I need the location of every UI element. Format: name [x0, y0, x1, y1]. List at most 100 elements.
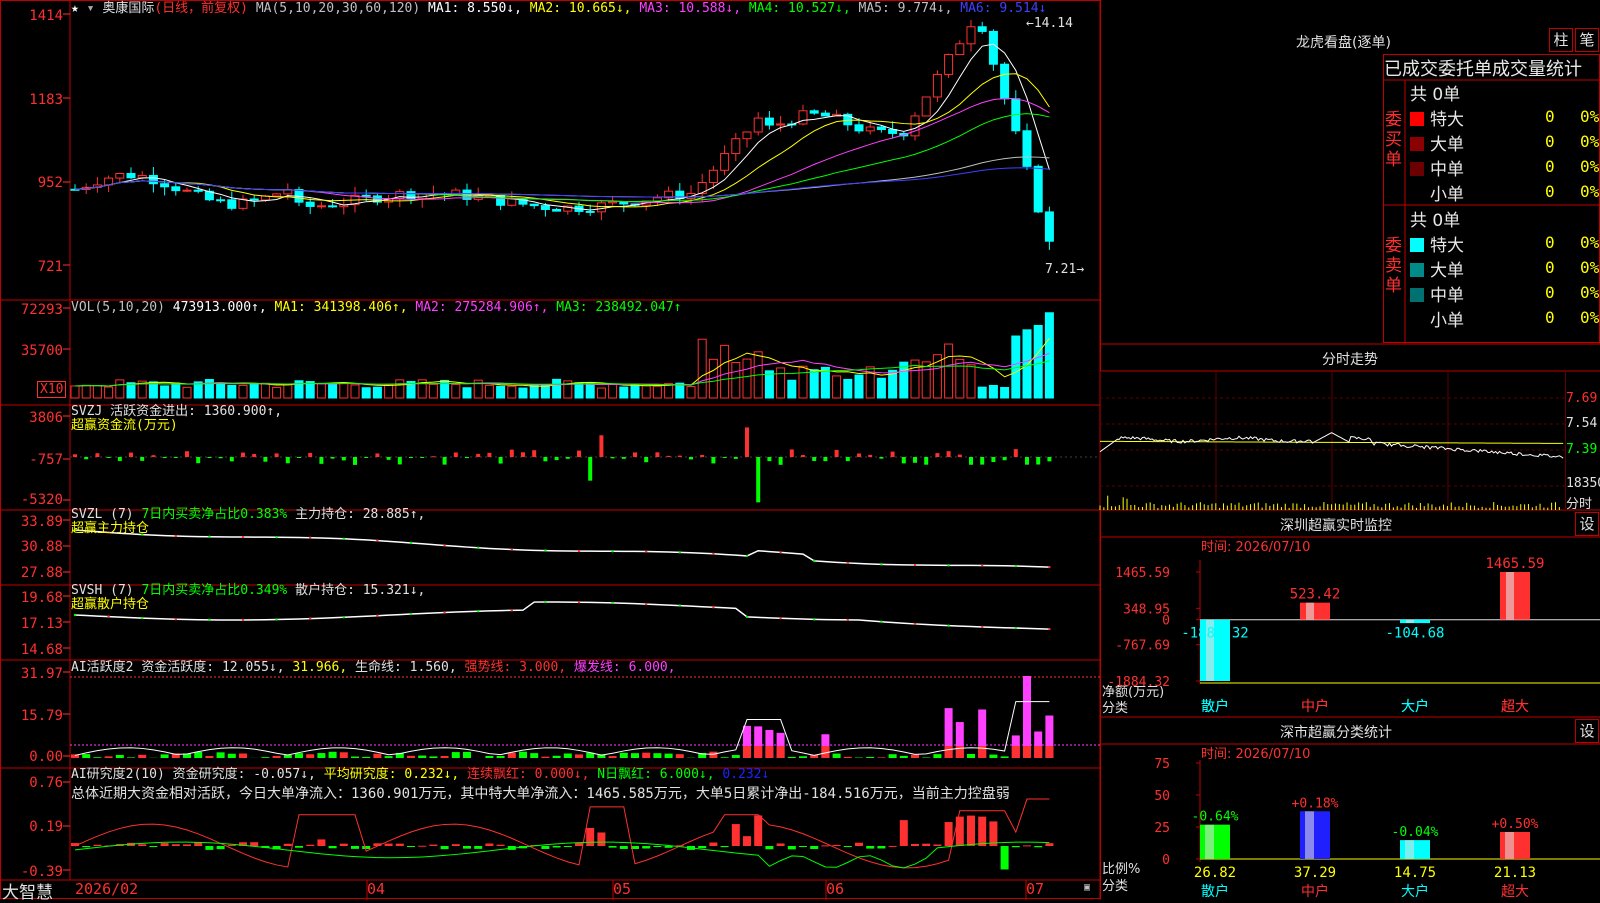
fund-flow-bar	[342, 457, 346, 460]
fund-flow-bar	[846, 457, 850, 461]
line-dot	[679, 551, 681, 553]
classify-value-label: 37.29	[1294, 865, 1336, 881]
candlestick	[821, 113, 829, 116]
vol-ma2: MA2: 275284.906↑,	[415, 300, 548, 315]
fund-flow-bar	[230, 457, 234, 461]
fund-flow-bar	[611, 457, 615, 458]
order-count: 0	[1545, 283, 1555, 302]
activity-bar	[217, 752, 225, 758]
monitor-category-label: 散户	[1201, 698, 1229, 715]
activity-bar	[575, 754, 583, 758]
volume-bar	[1001, 388, 1009, 398]
ma-line	[75, 157, 1049, 197]
volume-bar	[978, 387, 986, 398]
fund-flow-bar	[790, 449, 794, 457]
monitor-settings-button[interactable]: 设	[1575, 512, 1599, 536]
activity-bar	[911, 755, 919, 758]
activity-bar	[609, 756, 617, 758]
candlestick	[743, 132, 751, 139]
color-swatch	[1410, 187, 1424, 201]
research-bar	[866, 846, 874, 849]
classify-bar-shine	[1305, 811, 1314, 859]
ma-line	[75, 44, 1049, 210]
ma2-value: MA2: 10.665↓,	[530, 1, 632, 16]
stock-name: 奥康国际	[102, 1, 154, 16]
classify-value-label: 26.82	[1194, 865, 1236, 881]
line-dot	[410, 542, 412, 544]
activity-bar	[329, 752, 337, 758]
svzj-axis-label: -5320	[21, 492, 63, 508]
star-icon[interactable]: ★	[71, 1, 79, 16]
fund-flow-bar	[1014, 449, 1018, 457]
kline-chart-canvas[interactable]: 1465.59348.950-767.69-1884.32-1884.32散户5…	[0, 0, 1600, 900]
volume-bar	[989, 385, 997, 398]
line-dot	[477, 547, 479, 549]
fund-flow-bar	[991, 457, 995, 462]
ma1-value: MA1: 8.550↓,	[428, 1, 522, 16]
lhb-subtitle: 已成交委托单成交量统计	[1384, 55, 1582, 81]
activity-bar	[127, 757, 135, 758]
order-size-label: 大单	[1430, 261, 1464, 281]
classify-bar	[1300, 811, 1330, 859]
fund-flow-bar	[487, 453, 491, 457]
fund-flow-bar	[420, 457, 424, 458]
fund-flow-bar	[532, 450, 536, 457]
candlestick	[978, 27, 986, 32]
volume-bar	[228, 385, 236, 398]
volume-bar	[642, 386, 650, 398]
monitor-bar-value: -104.68	[1385, 626, 1444, 642]
vol-ma3: MA3: 238492.047↑	[556, 300, 681, 315]
activity-base	[777, 746, 785, 758]
volume-bar	[586, 383, 594, 398]
svzl-axis-label: 30.88	[21, 539, 63, 555]
line-dot	[208, 619, 210, 621]
svsh-header: SVSH (7) 7日内买卖净占比0.349% 散户持仓: 15.321↓,	[71, 583, 425, 598]
line-dot	[880, 621, 882, 623]
candlestick	[149, 175, 157, 183]
chevron-down-icon[interactable]: ▾	[87, 1, 95, 16]
order-percent: 0%	[1580, 308, 1599, 327]
activity-bar	[564, 753, 572, 758]
candlestick	[273, 194, 281, 196]
ai2-axis-label: 0.76	[29, 775, 63, 791]
line-dot	[746, 616, 748, 618]
fund-flow-bar	[700, 455, 704, 457]
line-dot	[175, 535, 177, 537]
volume-bar	[1034, 325, 1042, 398]
order-percent: 0%	[1580, 157, 1599, 176]
activity-base	[1023, 746, 1031, 758]
activity-bar	[1023, 676, 1031, 758]
monitor-bar-value: 523.42	[1290, 587, 1341, 603]
order-count: 0	[1545, 308, 1555, 327]
volume-bar	[261, 383, 269, 398]
order-percent: 0%	[1580, 233, 1599, 252]
order-size-label: 特大	[1430, 110, 1464, 130]
fund-flow-bar	[319, 457, 323, 464]
activity-bar	[441, 756, 449, 758]
tick-view-button[interactable]: 笔	[1575, 28, 1599, 52]
bar-view-button[interactable]: 柱	[1549, 28, 1573, 52]
research-bar	[250, 842, 258, 846]
ai1-axis-label: 15.79	[21, 708, 63, 724]
period-label: (日线，前复权)	[154, 1, 248, 16]
candlestick	[161, 184, 169, 187]
line-dot	[74, 614, 76, 616]
activity-bar	[429, 756, 437, 758]
ma4-value: MA4: 10.527↓,	[749, 1, 851, 16]
classify-settings-button[interactable]: 设	[1575, 719, 1599, 743]
monitor-bar	[1500, 572, 1530, 620]
volume-bar	[452, 384, 460, 398]
activity-bar	[239, 753, 247, 758]
line-dot	[947, 564, 949, 566]
classify-axis-label: 50	[1154, 789, 1170, 804]
fenshi-axis-label: 7.39	[1566, 442, 1597, 457]
volume-bar	[239, 385, 247, 398]
lock-icon[interactable]: ▣	[1084, 882, 1090, 893]
candlestick	[586, 211, 594, 212]
line-dot	[578, 601, 580, 603]
activity-bar	[452, 752, 460, 758]
line-dot	[544, 549, 546, 551]
color-swatch	[1410, 137, 1424, 151]
fund-flow-bar	[387, 457, 391, 460]
activity-bar	[833, 754, 841, 758]
